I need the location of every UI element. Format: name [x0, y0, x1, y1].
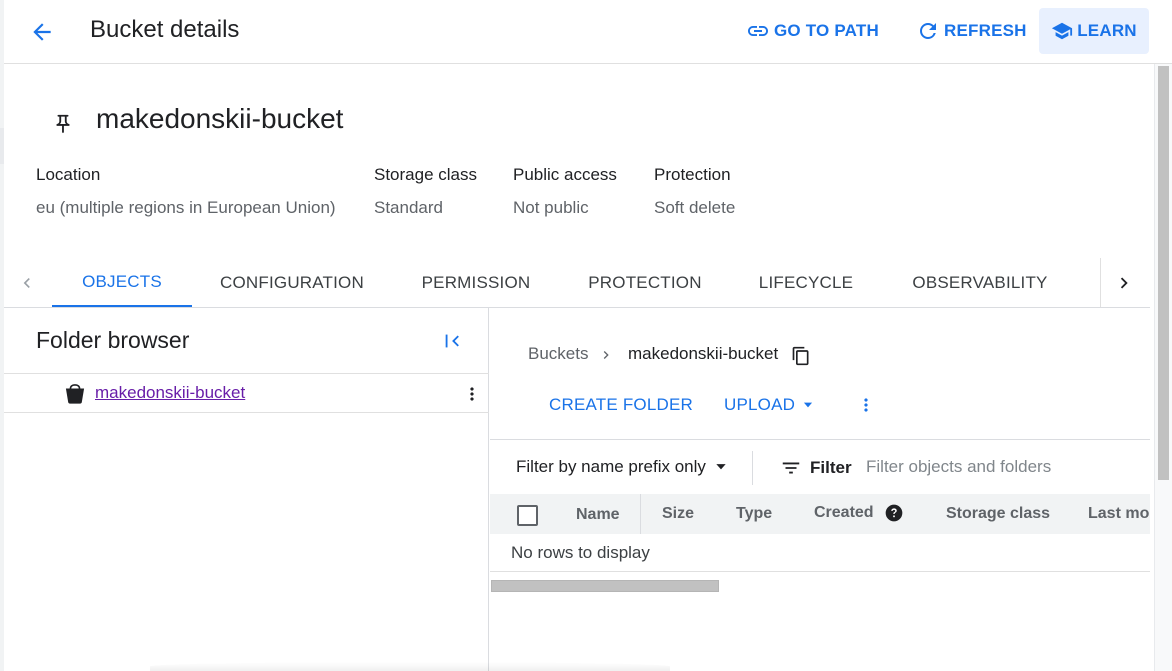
column-header-created-label: Created — [814, 504, 874, 522]
folder-browser-title: Folder browser — [36, 327, 190, 353]
learn-button[interactable]: LEARN — [1039, 8, 1149, 54]
empty-table-message: No rows to display — [511, 543, 650, 562]
refresh-label: REFRESH — [944, 21, 1027, 40]
folder-tree-item[interactable]: makedonskii-bucket — [4, 373, 489, 413]
breadcrumb-current: makedonskii-bucket — [628, 344, 779, 363]
property-value: eu (multiple regions in European Union) — [36, 198, 336, 217]
breadcrumb-chevron-icon — [603, 351, 609, 359]
bucket-icon — [65, 384, 85, 404]
property-label: Storage class — [374, 165, 477, 184]
upload-label: UPLOAD — [724, 395, 796, 414]
column-header-size[interactable]: Size — [662, 505, 694, 523]
more-actions-button[interactable] — [856, 392, 876, 418]
breadcrumb-buckets-link[interactable]: Buckets — [528, 344, 588, 364]
filter-prefix-label: Filter by name prefix only — [516, 457, 706, 476]
divider — [490, 439, 1150, 440]
page-header: Bucket details GO TO PATH REFRESH LEARN — [4, 0, 1172, 64]
column-header-type[interactable]: Type — [736, 505, 772, 523]
page-scrollbar[interactable] — [1154, 64, 1172, 671]
collapse-panel-icon — [445, 334, 459, 348]
table-horizontal-scrollbar[interactable] — [491, 580, 719, 592]
link-icon — [748, 26, 768, 36]
filter-prefix-select[interactable]: Filter by name prefix only — [516, 457, 728, 477]
property-value: Soft delete — [654, 198, 736, 217]
property-label: Public access — [513, 165, 617, 184]
copy-icon[interactable] — [791, 345, 811, 367]
dropdown-arrow-icon — [716, 464, 726, 470]
create-folder-button[interactable]: CREATE FOLDER — [549, 395, 693, 415]
go-to-path-label: GO TO PATH — [774, 21, 879, 40]
tab-observability[interactable]: OBSERVABILITY — [902, 258, 1058, 307]
select-all-checkbox[interactable] — [517, 505, 538, 526]
column-header-created[interactable]: Created — [814, 503, 904, 523]
property-label: Protection — [654, 165, 731, 184]
filter-label: Filter — [810, 458, 852, 477]
tab-scroll-left-button[interactable] — [4, 258, 50, 307]
column-header-last-modified[interactable]: Last mo — [1088, 505, 1149, 523]
objects-table-header: Name Size Type Created Storage class Las… — [490, 494, 1150, 534]
learn-label: LEARN — [1077, 21, 1137, 40]
property-storage-class: Storage class Standard — [374, 165, 477, 218]
school-icon — [1052, 22, 1073, 40]
tab-bar: OBJECTS CONFIGURATION PERMISSION PROTECT… — [4, 258, 1150, 308]
help-icon[interactable] — [884, 503, 904, 523]
tab-objects[interactable]: OBJECTS — [52, 258, 192, 307]
go-to-path-button[interactable]: GO TO PATH — [740, 8, 885, 54]
filter-list-icon — [782, 462, 800, 474]
back-button[interactable] — [26, 16, 58, 48]
folder-tree-item-link[interactable]: makedonskii-bucket — [95, 383, 245, 403]
refresh-button[interactable]: REFRESH — [910, 8, 1033, 54]
filter-input[interactable] — [866, 455, 1146, 479]
page-scrollbar-thumb[interactable] — [1158, 66, 1169, 480]
collapse-panel-button[interactable] — [440, 328, 466, 354]
folder-item-more-button[interactable] — [462, 382, 482, 406]
refresh-icon — [920, 23, 936, 39]
chevron-right-icon — [1120, 277, 1128, 288]
upload-button[interactable]: UPLOAD — [724, 395, 815, 415]
property-value: Standard — [374, 198, 443, 217]
filter-button[interactable]: Filter — [780, 457, 852, 479]
tab-permission[interactable]: PERMISSION — [412, 258, 540, 307]
tab-protection[interactable]: PROTECTION — [580, 258, 710, 307]
tab-scroll-right-button[interactable] — [1100, 258, 1146, 307]
dropdown-arrow-icon — [804, 402, 813, 408]
folder-browser-panel: Folder browser makedonskii-bucket — [4, 308, 489, 671]
divider — [490, 571, 1150, 572]
page-title: Bucket details — [90, 16, 240, 43]
column-separator — [640, 494, 641, 534]
tab-configuration[interactable]: CONFIGURATION — [212, 258, 372, 307]
back-arrow-icon — [33, 23, 51, 41]
column-header-name[interactable]: Name — [576, 506, 620, 524]
chevron-left-icon — [23, 277, 30, 288]
tab-lifecycle[interactable]: LIFECYCLE — [750, 258, 862, 307]
left-rail-marker — [0, 128, 4, 164]
bucket-name-title: makedonskii-bucket — [96, 103, 344, 134]
pin-icon[interactable] — [52, 112, 74, 136]
more-vert-icon — [864, 398, 868, 412]
property-public-access: Public access Not public — [513, 165, 617, 218]
property-location: Location eu (multiple regions in Europea… — [36, 165, 336, 218]
more-vert-icon — [470, 387, 474, 401]
property-label: Location — [36, 165, 101, 184]
property-value: Not public — [513, 198, 589, 217]
column-header-storage-class[interactable]: Storage class — [946, 505, 1050, 523]
bottom-shadow — [150, 662, 670, 671]
property-protection: Protection Soft delete — [654, 165, 735, 218]
filter-separator — [752, 451, 753, 485]
